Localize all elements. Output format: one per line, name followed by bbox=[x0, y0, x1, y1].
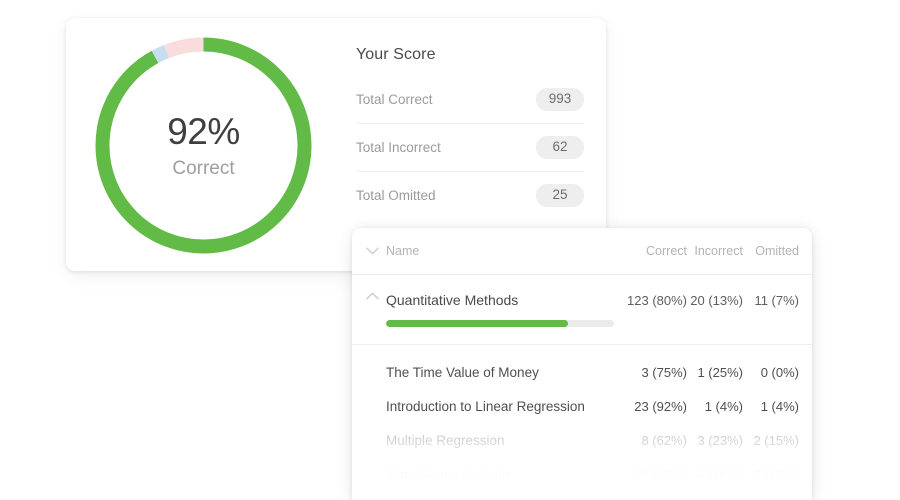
row-correct: 3 (75%) bbox=[641, 364, 687, 380]
topic-breakdown-card: Name Correct Incorrect Omitted Quantitat… bbox=[352, 228, 812, 500]
table-row[interactable]: Time-Series Analysis 18 (72%) 4 (16%) 3 … bbox=[352, 457, 812, 491]
score-row-total-correct: Total Correct 993 bbox=[356, 76, 584, 124]
donut-caption: Correct bbox=[172, 158, 235, 179]
column-header-name[interactable]: Name bbox=[386, 244, 625, 258]
table-row[interactable]: Multiple Regression 8 (62%) 3 (23%) 2 (1… bbox=[352, 423, 812, 457]
row-name: Time-Series Analysis bbox=[386, 466, 512, 482]
row-incorrect: 3 (23%) bbox=[697, 432, 743, 448]
score-row-label: Total Omitted bbox=[356, 188, 436, 203]
page-title: Your Score bbox=[356, 46, 436, 63]
donut-percent-value: 92% bbox=[167, 111, 240, 152]
group-row-name: Quantitative Methods bbox=[386, 292, 519, 308]
score-breakdown-panel: Your Score Total Correct 993 Total Incor… bbox=[356, 46, 584, 219]
score-row-badge: 25 bbox=[536, 184, 584, 207]
chevron-down-icon[interactable] bbox=[358, 247, 386, 255]
score-row-total-incorrect: Total Incorrect 62 bbox=[356, 124, 584, 172]
row-correct: 23 (92%) bbox=[634, 398, 687, 414]
score-donut-chart: 92% Correct bbox=[95, 37, 312, 254]
group-row-incorrect: 20 (13%) bbox=[690, 293, 743, 308]
chevron-up-icon[interactable] bbox=[358, 292, 386, 300]
row-omitted: 3 (12%) bbox=[753, 466, 799, 482]
row-name: Multiple Regression bbox=[386, 432, 505, 448]
score-row-total-omitted: Total Omitted 25 bbox=[356, 172, 584, 219]
score-row-badge: 62 bbox=[536, 136, 584, 159]
table-child-rows: The Time Value of Money 3 (75%) 1 (25%) … bbox=[352, 345, 812, 491]
row-correct: 18 (72%) bbox=[634, 466, 687, 482]
table-group-row[interactable]: Quantitative Methods 123 (80%) 20 (13%) … bbox=[352, 275, 812, 345]
table-row[interactable]: Introduction to Linear Regression 23 (92… bbox=[352, 389, 812, 423]
score-row-label: Total Correct bbox=[356, 92, 433, 107]
row-incorrect: 4 (16%) bbox=[697, 466, 743, 482]
group-progress-fill bbox=[386, 320, 569, 327]
row-omitted: 2 (15%) bbox=[753, 432, 799, 448]
group-row-omitted: 11 (7%) bbox=[754, 293, 799, 308]
group-row-correct: 123 (80%) bbox=[627, 293, 687, 308]
row-incorrect: 1 (4%) bbox=[704, 398, 743, 414]
score-row-badge: 993 bbox=[536, 88, 584, 111]
table-header-row: Name Correct Incorrect Omitted bbox=[352, 228, 812, 275]
donut-center-text: 92% Correct bbox=[95, 37, 312, 254]
row-name: Introduction to Linear Regression bbox=[386, 398, 585, 414]
row-incorrect: 1 (25%) bbox=[697, 364, 743, 380]
group-progress-bar bbox=[386, 320, 614, 327]
column-header-correct[interactable]: Correct bbox=[625, 244, 687, 258]
row-name: The Time Value of Money bbox=[386, 364, 539, 380]
column-header-incorrect[interactable]: Incorrect bbox=[687, 244, 743, 258]
row-omitted: 1 (4%) bbox=[760, 398, 799, 414]
row-correct: 8 (62%) bbox=[641, 432, 687, 448]
table-row[interactable]: The Time Value of Money 3 (75%) 1 (25%) … bbox=[352, 355, 812, 389]
score-row-label: Total Incorrect bbox=[356, 140, 441, 155]
column-header-omitted[interactable]: Omitted bbox=[743, 244, 799, 258]
row-omitted: 0 (0%) bbox=[760, 364, 799, 380]
